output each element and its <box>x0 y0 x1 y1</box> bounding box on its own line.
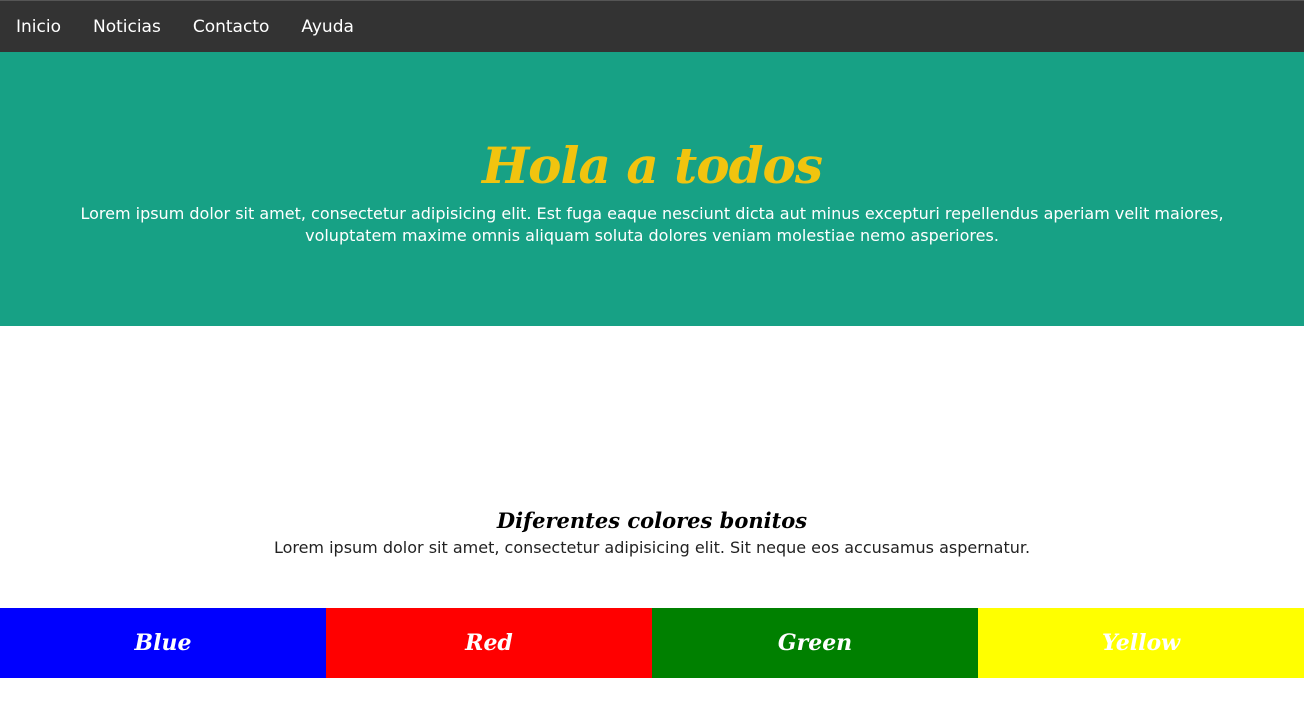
nav-link-ayuda[interactable]: Ayuda <box>301 17 354 37</box>
color-box-blue: Blue <box>0 608 326 678</box>
section-title: Diferentes colores bonitos <box>496 508 808 533</box>
nav-link-noticias[interactable]: Noticias <box>93 17 161 37</box>
color-row: Blue Red Green Yellow <box>0 608 1304 678</box>
hero-title: Hola a todos <box>481 136 823 195</box>
nav-link-contacto[interactable]: Contacto <box>193 17 270 37</box>
color-box-yellow: Yellow <box>978 608 1304 678</box>
nav-link-inicio[interactable]: Inicio <box>16 17 61 37</box>
top-navbar: Inicio Noticias Contacto Ayuda <box>0 0 1304 52</box>
color-box-green: Green <box>652 608 978 678</box>
color-box-red: Red <box>326 608 652 678</box>
hero-text: Lorem ipsum dolor sit amet, consectetur … <box>80 204 1224 245</box>
hero-banner: Hola a todos Lorem ipsum dolor sit amet,… <box>0 52 1304 326</box>
section-text: Lorem ipsum dolor sit amet, consectetur … <box>273 538 1031 557</box>
